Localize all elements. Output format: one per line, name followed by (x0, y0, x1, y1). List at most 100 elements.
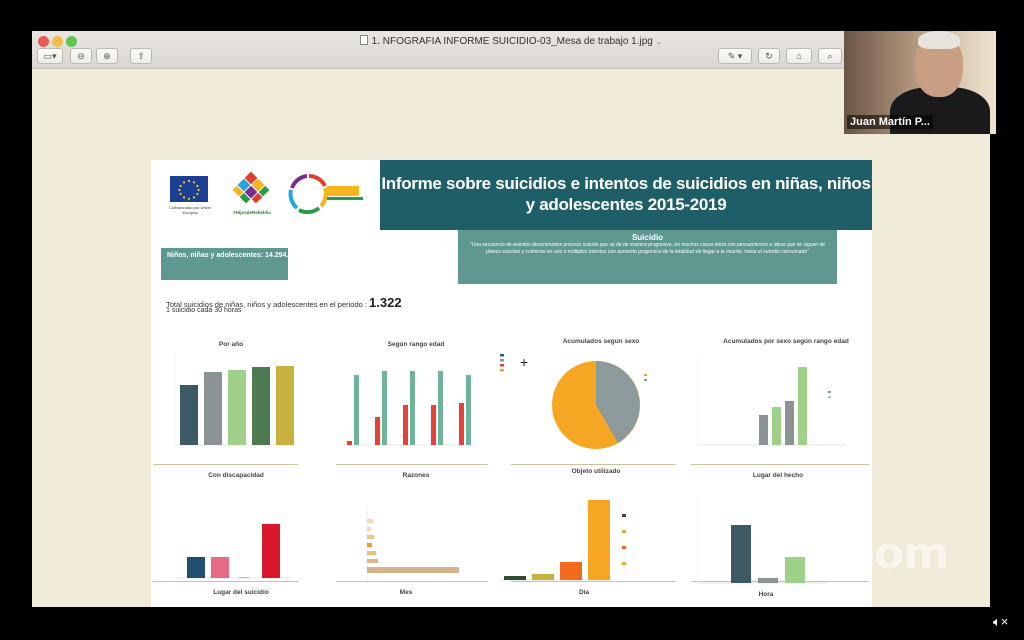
panel-divider (691, 464, 869, 465)
bar (228, 370, 246, 445)
bar (367, 519, 373, 523)
toolbox-icon: ⌂ (796, 51, 802, 61)
legend-swatch (622, 514, 626, 517)
bar (588, 500, 610, 580)
bar (211, 557, 229, 578)
rotate-button[interactable]: ↻ (758, 48, 780, 64)
bar (410, 371, 415, 445)
bar (180, 385, 198, 445)
total-value: 1.322 (369, 295, 402, 310)
bar (367, 527, 371, 531)
bar (731, 525, 751, 583)
bar (382, 371, 387, 445)
chart-title-dia: Día (578, 589, 590, 596)
chart-objeto (498, 500, 626, 581)
chart-title-mes: Mes (399, 589, 413, 596)
legend-swatch (828, 391, 831, 393)
window-title-text: 1. NFOGRAFIA INFORME SUICIDIO-03_Mesa de… (371, 36, 653, 47)
bar (758, 578, 778, 583)
title-chevron-icon: ⌄ (655, 37, 663, 46)
zoom-in-icon: ⊕ (103, 51, 111, 61)
toolbox-button[interactable]: ⌂ (786, 48, 812, 64)
document-icon (359, 35, 368, 45)
bar (354, 375, 359, 445)
participant-hair (918, 31, 960, 49)
bar (759, 415, 768, 445)
partner-logo (288, 174, 363, 215)
legend-swatch (500, 354, 504, 357)
infographic-title: Informe sobre suicidios e intentos de su… (380, 160, 872, 230)
rotate-icon: ↻ (765, 51, 773, 61)
legend-swatch (500, 364, 504, 367)
legend-swatch (500, 359, 504, 362)
legend-swatch (644, 374, 647, 376)
hashtag-text: #HijosdeRebeldía (233, 210, 271, 215)
bar (367, 543, 372, 547)
bar (798, 367, 807, 445)
panel-divider (511, 464, 676, 465)
eu-flag-logo (170, 176, 208, 202)
bar (438, 371, 443, 445)
search-button[interactable]: ⌕ (818, 48, 842, 64)
share-icon: ⇧ (137, 51, 145, 61)
bar (239, 577, 249, 578)
chart-title-lugar-suicidio: Lugar del suicidio (213, 589, 269, 596)
population-stats-box: Niños, niñas y adolescentes: 14.294.176 (161, 248, 300, 280)
participant-video[interactable]: Juan Martín P... (844, 31, 996, 134)
total-frequency: 1 suicidio cada 30 horas (166, 307, 242, 314)
bar (466, 375, 471, 445)
bar (459, 403, 464, 445)
chart-title-por-anio: Por año (218, 341, 244, 348)
bar (772, 407, 781, 445)
crosshair-cursor-icon: + (520, 354, 529, 370)
zoom-out-button[interactable]: ⊖ (70, 48, 92, 64)
legend-swatch (828, 396, 831, 398)
bar (403, 405, 408, 445)
zoom-logo: zoom (820, 528, 949, 579)
sidebar-button[interactable]: ▭▾ (37, 48, 63, 64)
definition-text: "Una secuencia de eventos denominados pr… (469, 242, 826, 255)
definition-box: Suicidio "Una secuencia de eventos denom… (458, 230, 837, 284)
chart-title-lugar-hecho: Lugar del hecho (752, 472, 804, 479)
panel-divider (153, 464, 298, 465)
bar (187, 557, 205, 578)
sidebar-icon: ▭▾ (43, 51, 57, 61)
legend-swatch (622, 546, 626, 549)
chart-title-acumulados-sexo: Acumulados según sexo (562, 338, 640, 345)
bar (532, 574, 554, 580)
definition-title: Suicidio (631, 233, 664, 242)
bar (367, 535, 374, 539)
panel-divider (336, 464, 488, 465)
bar (367, 551, 376, 555)
legend-swatch (622, 530, 626, 533)
screen: 1. NFOGRAFIA INFORME SUICIDIO-03_Mesa de… (0, 0, 1024, 640)
chart-title-objeto: Objeto utilizado (571, 468, 621, 475)
bar (204, 372, 222, 445)
chart-title-razones: Razones (402, 472, 430, 479)
bar (347, 441, 352, 445)
chart-sexo-rango (697, 355, 846, 446)
legend-swatch (644, 379, 647, 381)
bar (367, 567, 459, 573)
bar (276, 366, 294, 445)
legend-swatch (622, 562, 626, 565)
eu-caption: Cofinanciado por Unión Europea (169, 205, 211, 215)
participant-name: Juan Martín P... (847, 115, 933, 129)
pen-icon: ✎ ▾ (727, 51, 743, 61)
share-button[interactable]: ⇧ (130, 48, 152, 64)
bar (252, 367, 270, 445)
infographic-slide: Cofinanciado por Unión Europea #HijosdeR… (151, 160, 872, 607)
chart-por-anio (174, 355, 295, 446)
zoom-in-button[interactable]: ⊕ (96, 48, 118, 64)
search-icon: ⌕ (827, 51, 833, 61)
zoom-out-icon: ⊖ (77, 51, 85, 61)
bar (785, 557, 805, 583)
chart-title-discapacidad: Con discapacidad (208, 472, 264, 479)
markup-button[interactable]: ✎ ▾ (718, 48, 752, 64)
speaker-muted-icon[interactable]: 🔈︎× (993, 614, 1008, 630)
bar (375, 417, 380, 445)
bar (785, 401, 794, 445)
chart-rango-edad (341, 371, 474, 446)
logos-area: Cofinanciado por Unión Europea #HijosdeR… (151, 160, 380, 230)
bar (504, 576, 526, 580)
